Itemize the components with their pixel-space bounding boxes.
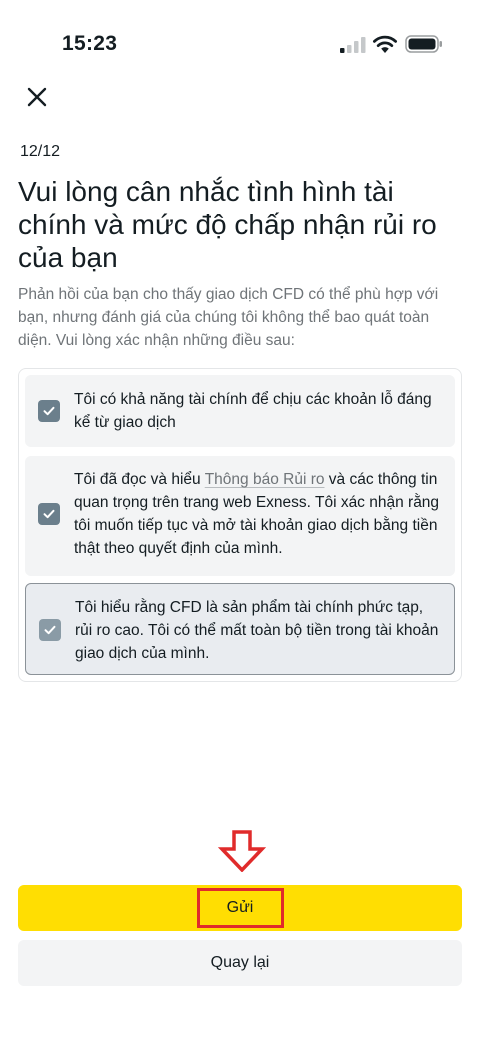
- wifi-icon: [373, 35, 397, 53]
- confirmation-text: Tôi đã đọc và hiểu Thông báo Rủi ro và c…: [74, 468, 443, 560]
- confirmation-text: Tôi hiểu rằng CFD là sản phẩm tài chính …: [75, 599, 439, 662]
- checkbox-checked[interactable]: [39, 619, 61, 641]
- confirmation-item-risk-notice[interactable]: Tôi đã đọc và hiểu Thông báo Rủi ro và c…: [25, 456, 455, 576]
- battery-icon: [405, 35, 442, 53]
- check-icon: [43, 509, 55, 519]
- back-button-label: Quay lại: [210, 954, 270, 971]
- status-time: 15:23: [62, 32, 118, 55]
- confirmation-item-financial-capacity[interactable]: Tôi có khả năng tài chính để chịu các kh…: [25, 375, 455, 447]
- arrow-down-icon: [218, 830, 266, 872]
- signal-icon: [340, 37, 366, 53]
- risk-notice-link[interactable]: Thông báo Rủi ro: [205, 471, 325, 488]
- checkbox-checked[interactable]: [38, 400, 60, 422]
- submit-button-label: Gửi: [226, 899, 254, 916]
- page-description: Phản hồi của bạn cho thấy giao dịch CFD …: [18, 286, 439, 349]
- checkbox-checked[interactable]: [38, 503, 60, 525]
- confirmation-list: Tôi có khả năng tài chính để chịu các kh…: [18, 368, 462, 682]
- status-bar: 15:23: [0, 0, 480, 80]
- close-icon: [27, 87, 47, 107]
- back-button[interactable]: Quay lại: [18, 940, 462, 986]
- submit-button[interactable]: Gửi: [18, 885, 462, 931]
- close-button[interactable]: [22, 82, 52, 112]
- page-title: Vui lòng cân nhắc tình hình tài chính và…: [18, 176, 437, 273]
- step-indicator: 12/12: [20, 143, 61, 160]
- check-icon: [44, 625, 56, 635]
- confirmation-text-start: Tôi đã đọc và hiểu: [74, 471, 205, 488]
- confirmation-text: Tôi có khả năng tài chính để chịu các kh…: [74, 391, 432, 431]
- check-icon: [43, 406, 55, 416]
- confirmation-item-cfd-complexity[interactable]: Tôi hiểu rằng CFD là sản phẩm tài chính …: [25, 583, 455, 675]
